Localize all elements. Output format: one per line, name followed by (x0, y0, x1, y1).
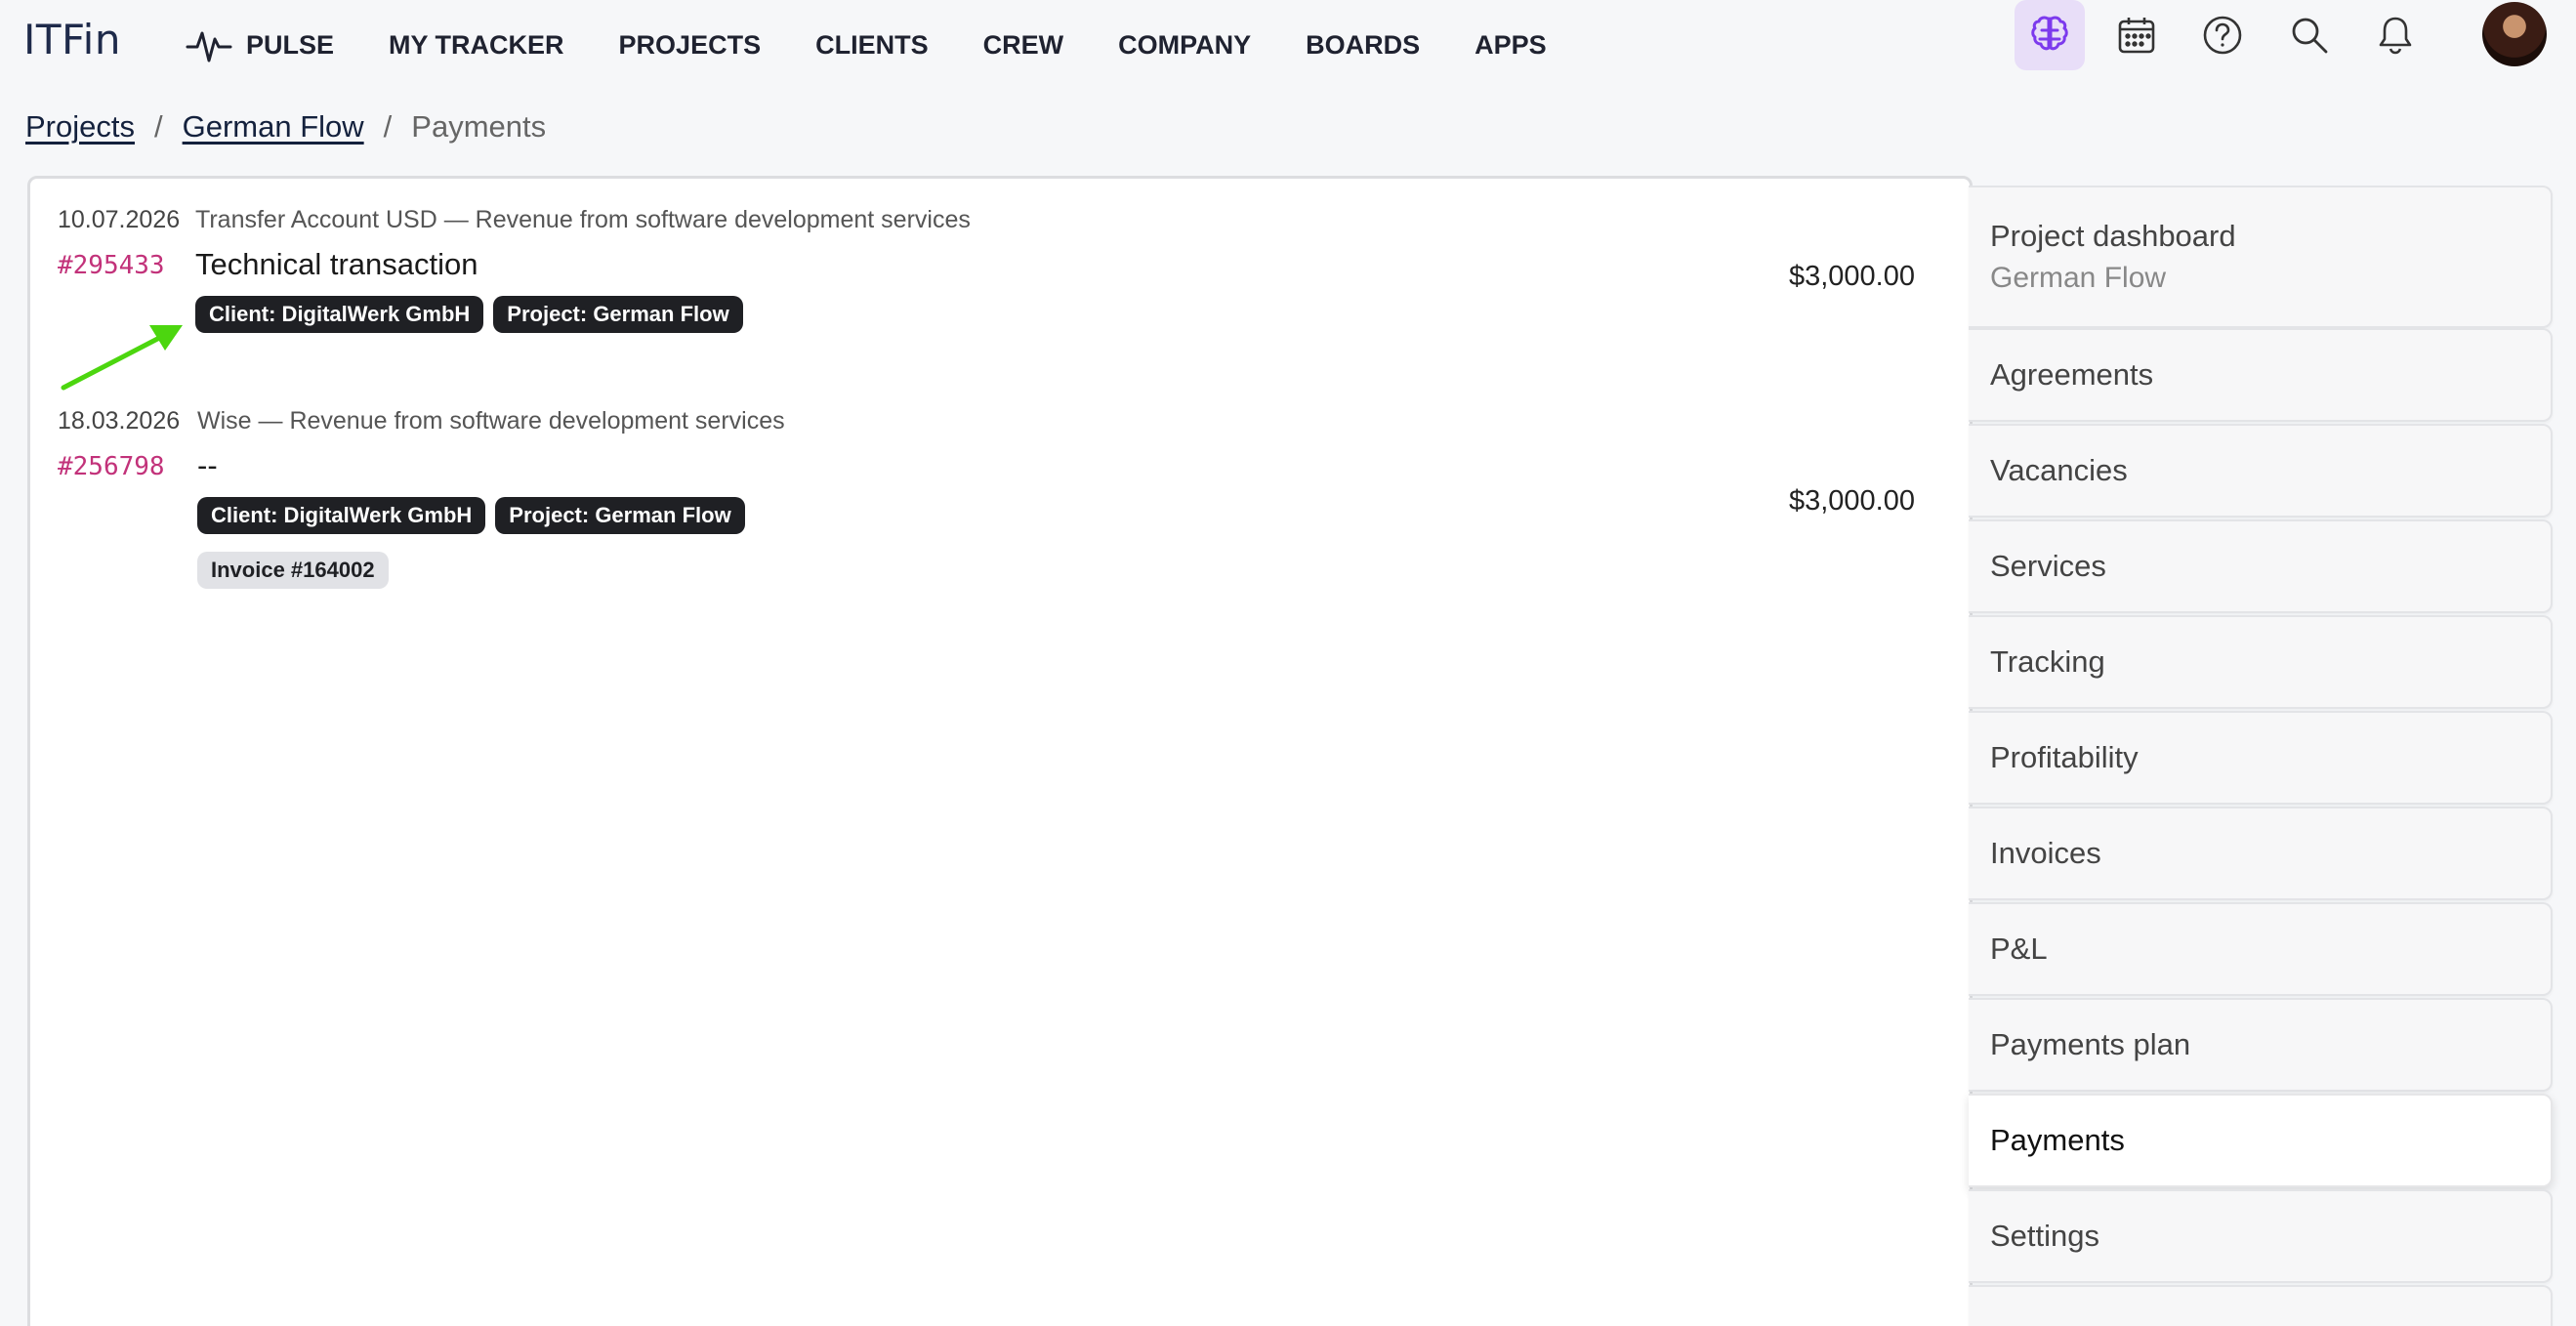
side-item-label: Project dashboard (1990, 219, 2236, 253)
side-item-vacancies[interactable]: Vacancies (1969, 424, 2553, 518)
notifications-button[interactable] (2360, 0, 2431, 70)
search-icon (2292, 18, 2328, 54)
side-item-agreements[interactable]: Agreements (1969, 328, 2553, 422)
transaction-number[interactable]: #295433 (58, 251, 165, 280)
transaction-date: 18.03.2026 (58, 407, 181, 435)
breadcrumb: Projects / German Flow / Payments (25, 109, 546, 145)
help-icon (2203, 16, 2242, 55)
side-item-tracking[interactable]: Tracking (1969, 615, 2553, 709)
breadcrumb-projects[interactable]: Projects (25, 109, 135, 145)
transaction-date: 10.07.2026 (58, 206, 181, 233)
pulse-icon (186, 31, 232, 62)
side-item-invoices[interactable]: Invoices (1969, 807, 2553, 900)
side-item-sublabel: German Flow (1990, 262, 2167, 294)
app-logo[interactable]: ITFin (23, 16, 121, 63)
nav-crew[interactable]: CREW (983, 30, 1064, 61)
side-item-settings[interactable]: Settings (1969, 1189, 2553, 1283)
nav-projects[interactable]: PROJECTS (619, 30, 762, 61)
transaction-amount: $3,000.00 (1788, 261, 1915, 292)
side-item-profitability[interactable]: Profitability (1969, 711, 2553, 805)
side-item-services[interactable]: Services (1969, 519, 2553, 613)
payments-panel: 10.07.2026 Transfer Account USD — Revenu… (27, 176, 1973, 1326)
breadcrumb-german-flow[interactable]: German Flow (183, 109, 364, 145)
project-tag[interactable]: Project: German Flow (495, 497, 745, 534)
invoice-tag[interactable]: Invoice #164002 (197, 552, 389, 589)
transaction-description: Transfer Account USD — Revenue from soft… (195, 206, 971, 233)
transaction-description: Wise — Revenue from software development… (197, 407, 785, 435)
nav-apps[interactable]: APPS (1475, 30, 1547, 61)
calendar-button[interactable] (2101, 0, 2172, 70)
client-tag[interactable]: Client: DigitalWerk GmbH (197, 497, 486, 534)
bell-icon (2379, 17, 2412, 55)
side-item-project-dashboard[interactable]: Project dashboard German Flow (1969, 186, 2553, 328)
side-item-payments[interactable]: Payments (1969, 1094, 2553, 1187)
transaction-tags: Client: DigitalWerk GmbH Project: German… (197, 497, 755, 534)
nav-my-tracker[interactable]: MY TRACKER (389, 30, 564, 61)
top-navigation: ITFin PULSE MY TRACKER PROJECTS CLIENTS … (0, 0, 2576, 98)
breadcrumb-separator: / (383, 109, 393, 144)
nav-pulse-label: PULSE (246, 29, 335, 60)
transaction-title: -- (197, 448, 218, 482)
avatar[interactable] (2482, 2, 2547, 66)
project-tag[interactable]: Project: German Flow (493, 296, 743, 333)
client-tag[interactable]: Client: DigitalWerk GmbH (195, 296, 484, 333)
nav-boards[interactable]: BOARDS (1306, 30, 1420, 61)
nav-company[interactable]: COMPANY (1118, 30, 1251, 61)
arrow-annotation-icon (61, 325, 183, 391)
transaction-amount: $3,000.00 (1788, 485, 1915, 517)
help-button[interactable] (2187, 0, 2258, 70)
nav-pulse[interactable]: PULSE (186, 25, 334, 64)
side-item-pnl[interactable]: P&L (1969, 902, 2553, 996)
search-button[interactable] (2274, 0, 2345, 70)
transaction-number[interactable]: #256798 (58, 452, 165, 481)
calendar-icon (2118, 18, 2155, 54)
main-nav: PULSE MY TRACKER PROJECTS CLIENTS CREW C… (186, 25, 1601, 64)
side-item-more[interactable] (1969, 1285, 2553, 1326)
breadcrumb-current: Payments (411, 109, 547, 144)
breadcrumb-separator: / (153, 109, 163, 144)
brain-button[interactable] (2015, 0, 2085, 70)
side-item-payments-plan[interactable]: Payments plan (1969, 998, 2553, 1092)
brain-icon (2031, 16, 2068, 51)
transaction-tags: Client: DigitalWerk GmbH Project: German… (195, 296, 753, 333)
invoice-tags: Invoice #164002 (197, 552, 398, 589)
nav-clients[interactable]: CLIENTS (815, 30, 929, 61)
transaction-title: Technical transaction (195, 247, 478, 281)
